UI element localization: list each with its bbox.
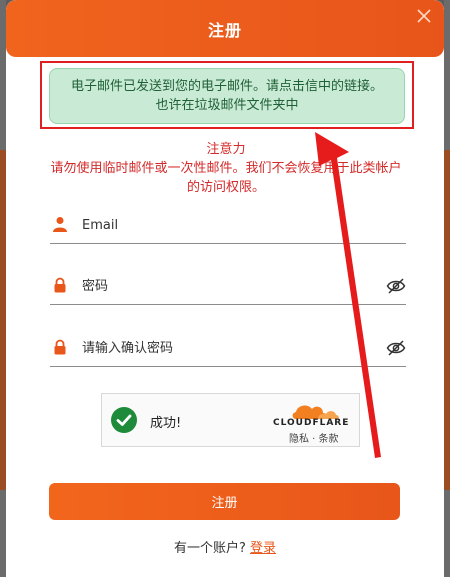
email-input[interactable]	[82, 214, 372, 236]
modal-title: 注册	[207, 20, 242, 40]
temporary-email-warning: 注意力 请勿使用临时邮件或一次性邮件。我们不会恢复用于此类帐户 的访问权限。	[36, 140, 416, 197]
login-link[interactable]: 登录	[250, 541, 276, 556]
captcha-privacy-terms[interactable]: 隐私 · 条款	[289, 430, 339, 445]
lock-icon	[52, 277, 68, 293]
background-right-banner	[444, 150, 450, 490]
warning-line-2: 的访问权限。	[186, 180, 265, 195]
notice-line-1: 电子邮件已发送到您的电子邮件。请点击信中的链接。	[70, 79, 383, 94]
close-icon[interactable]	[416, 8, 432, 24]
check-icon	[111, 407, 137, 433]
warning-line-1: 请勿使用临时邮件或一次性邮件。我们不会恢复用于此类帐户	[50, 161, 402, 176]
confirm-password-field	[50, 333, 406, 367]
notice-line-2: 也许在垃圾邮件文件夹中	[155, 98, 299, 113]
cloudflare-icon	[282, 400, 346, 420]
warning-title: 注意力	[206, 142, 246, 157]
email-field	[50, 210, 406, 244]
cloudflare-captcha[interactable]: 成功! CLOUDFLARE 隐私 · 条款	[101, 393, 360, 447]
register-button[interactable]: 注册	[49, 483, 400, 520]
login-prompt: 有一个账户?	[173, 541, 246, 556]
user-icon	[52, 216, 68, 232]
lock-icon	[52, 339, 68, 355]
password-field	[50, 271, 406, 305]
confirm-password-input[interactable]	[82, 337, 372, 359]
captcha-status: 成功!	[150, 416, 182, 431]
cloudflare-wordmark: CLOUDFLARE	[273, 418, 350, 428]
modal-header: 注册	[6, 0, 444, 57]
eye-off-icon[interactable]	[386, 277, 406, 295]
eye-off-icon[interactable]	[386, 339, 406, 357]
register-modal: 注册 电子邮件已发送到您的电子邮件。请点击信中的链接。 也许在垃圾邮件文件夹中 …	[6, 0, 444, 577]
email-sent-notice: 电子邮件已发送到您的电子邮件。请点击信中的链接。 也许在垃圾邮件文件夹中	[49, 68, 405, 124]
login-prompt-row: 有一个账户? 登录	[6, 537, 444, 556]
password-input[interactable]	[82, 275, 372, 297]
